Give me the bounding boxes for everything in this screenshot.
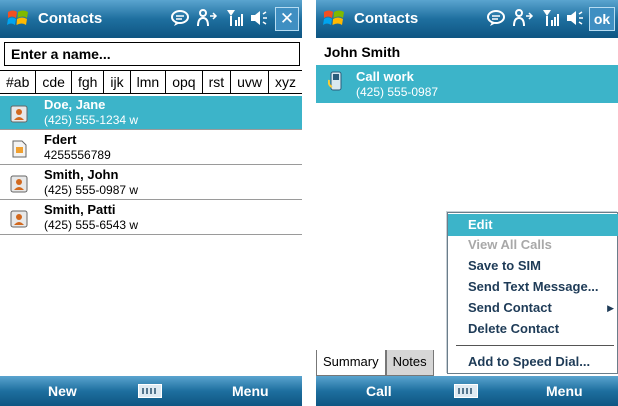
menu-item-delete-contact[interactable]: Delete Contact (448, 318, 618, 340)
sim-contact-icon (12, 140, 27, 158)
menu-item-label: Send Contact (468, 300, 552, 315)
context-menu: Edit View All Calls Save to SIM Send Tex… (447, 212, 618, 374)
keyboard-icon[interactable] (454, 384, 478, 398)
call-work-row[interactable]: Call work (425) 555-0987 (316, 65, 618, 103)
new-softkey[interactable]: New (48, 383, 77, 399)
action-label: Call work (356, 69, 414, 84)
contact-row[interactable]: Fdert 4255556789 (0, 131, 302, 165)
menu-item-send-text-message[interactable]: Send Text Message... (448, 276, 618, 298)
connectivity-icon[interactable] (196, 8, 218, 33)
connectivity-icon[interactable] (512, 8, 534, 33)
detail-tabs: Summary Notes (316, 350, 434, 376)
contact-name-header: John Smith (324, 44, 401, 60)
menu-divider (456, 345, 614, 346)
action-number: (425) 555-0987 (356, 85, 439, 99)
alpha-tab-xyz[interactable]: xyz (269, 71, 302, 93)
contact-name: Doe, Jane (44, 97, 106, 112)
alpha-tab-ijk[interactable]: ijk (104, 71, 131, 93)
alpha-tab-rst[interactable]: rst (203, 71, 232, 93)
windows-start-icon[interactable] (322, 7, 346, 31)
alpha-tab-opq[interactable]: opq (166, 71, 203, 93)
speaker-icon[interactable] (565, 8, 585, 33)
contacts-list-screen: Contacts ✕ Enter a name... #ab cde fgh i… (0, 0, 302, 406)
alphabet-filter-bar: #ab cde fgh ijk lmn opq rst uvw xyz (0, 70, 302, 94)
menu-item-add-to-speed-dial[interactable]: Add to Speed Dial... (448, 351, 618, 373)
contact-row[interactable]: Smith, John (425) 555-0987 w (0, 166, 302, 200)
app-title: Contacts (38, 10, 103, 27)
title-bar: Contacts ok (316, 0, 618, 38)
contact-number: (425) 555-1234 w (44, 113, 139, 127)
contact-card-icon (10, 210, 28, 228)
messaging-icon[interactable] (170, 8, 190, 33)
alpha-tab-lmn[interactable]: lmn (131, 71, 167, 93)
title-bar: Contacts ✕ (0, 0, 302, 38)
contact-number: (425) 555-0987 w (44, 183, 139, 197)
contact-row[interactable]: Smith, Patti (425) 555-6543 w (0, 201, 302, 235)
alpha-tab-fgh[interactable]: fgh (72, 71, 105, 93)
softkey-bar: New Menu (0, 376, 302, 406)
contact-number: (425) 555-6543 w (44, 218, 139, 232)
windows-start-icon[interactable] (6, 7, 30, 31)
call-softkey[interactable]: Call (366, 383, 392, 399)
menu-item-edit[interactable]: Edit (448, 214, 618, 236)
menu-item-view-all-calls: View All Calls (468, 237, 552, 252)
signal-icon[interactable] (541, 8, 561, 33)
ok-button[interactable]: ok (589, 7, 615, 31)
contact-detail-screen: Contacts ok John Smith Call work (425) 5… (316, 0, 618, 406)
menu-softkey[interactable]: Menu (546, 383, 583, 399)
phone-icon (328, 71, 342, 91)
close-button[interactable]: ✕ (275, 7, 299, 31)
submenu-arrow-icon: ▶ (607, 303, 614, 313)
alpha-tab-cde[interactable]: cde (36, 71, 72, 93)
messaging-icon[interactable] (486, 8, 506, 33)
contact-number: 4255556789 (44, 148, 111, 162)
menu-item-save-to-sim[interactable]: Save to SIM (448, 255, 618, 277)
contact-card-icon (10, 105, 28, 123)
app-title: Contacts (354, 10, 419, 27)
tab-notes[interactable]: Notes (385, 350, 434, 376)
contact-name: Fdert (44, 132, 77, 147)
contact-name: Smith, Patti (44, 202, 116, 217)
keyboard-icon[interactable] (138, 384, 162, 398)
menu-item-send-contact[interactable]: Send Contact ▶ (448, 297, 618, 319)
contact-name: Smith, John (44, 167, 119, 182)
name-search-input[interactable]: Enter a name... (4, 42, 300, 66)
contact-row[interactable]: Doe, Jane (425) 555-1234 w (0, 96, 302, 130)
signal-icon[interactable] (225, 8, 245, 33)
tab-summary[interactable]: Summary (316, 350, 386, 376)
contact-card-icon (10, 175, 28, 193)
alpha-tab-ab[interactable]: #ab (0, 71, 37, 93)
menu-softkey[interactable]: Menu (232, 383, 269, 399)
speaker-icon[interactable] (249, 8, 269, 33)
alpha-tab-uvw[interactable]: uvw (231, 71, 270, 93)
softkey-bar: Call Menu (316, 376, 618, 406)
